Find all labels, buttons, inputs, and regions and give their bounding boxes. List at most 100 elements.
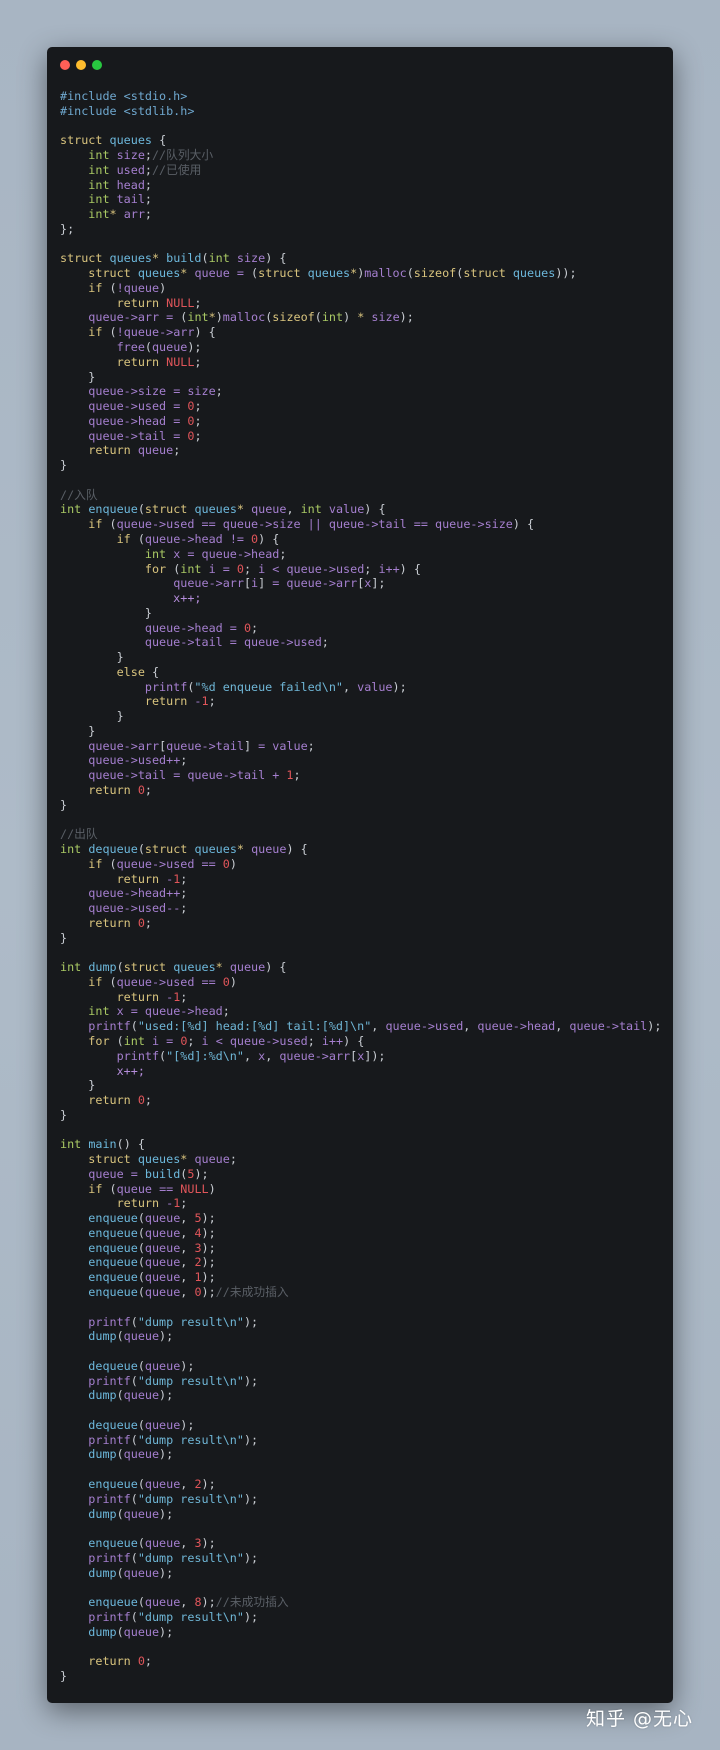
- code-line: enqueue(queue, 2);: [88, 1476, 216, 1491]
- code-line: if (queue->used == 0): [88, 974, 237, 989]
- code-line: free(queue);: [116, 340, 202, 355]
- code-line: return 0;: [88, 915, 152, 930]
- code-line: queue->used = 0;: [88, 399, 202, 414]
- code-line: dump(queue);: [88, 1447, 174, 1462]
- code-line: int size;//队列大小: [88, 148, 214, 163]
- code-line: queue->head = 0;: [88, 413, 202, 428]
- code-line: }: [60, 458, 68, 473]
- code-line: printf("dump result\n");: [88, 1373, 259, 1388]
- code-line: struct queues* queue;: [88, 1152, 237, 1167]
- code-line: }: [116, 709, 124, 724]
- code-line: printf("dump result\n");: [88, 1314, 259, 1329]
- code-line: int tail;: [88, 192, 152, 207]
- code-line: printf("used:[%d] head:[%d] tail:[%d]\n"…: [88, 1019, 662, 1034]
- code-line: return NULL;: [116, 295, 202, 310]
- code-line: #include <stdlib.h>: [60, 103, 195, 118]
- code-line: return NULL;: [116, 354, 202, 369]
- code-line: else {: [116, 664, 160, 679]
- watermark: 知乎 @无心: [586, 1708, 694, 1730]
- code-line: struct queues* build(int size) {: [60, 251, 287, 266]
- code-line: enqueue(queue, 4);: [88, 1225, 216, 1240]
- code-line: if (!queue): [88, 280, 167, 295]
- code-line: enqueue(queue, 8);//未成功插入: [88, 1595, 289, 1610]
- code-line: return queue;: [88, 443, 181, 458]
- code-line: int main() {: [60, 1137, 145, 1152]
- code-line: queue->tail = 0;: [88, 428, 202, 443]
- close-dot-icon[interactable]: [60, 60, 70, 70]
- code-line: for (int i = 0; i < queue->used; i++) {: [144, 561, 421, 576]
- code-line: dump(queue);: [88, 1388, 174, 1403]
- code-line: }: [60, 797, 68, 812]
- code-line: return 0;: [88, 782, 152, 797]
- code-line: return 0;: [88, 1654, 152, 1669]
- code-line: queue->used++;: [88, 753, 188, 768]
- code-line: int head;: [88, 177, 152, 192]
- code-line: queue->used--;: [88, 901, 188, 916]
- code-line: }: [60, 1107, 68, 1122]
- code-line: }: [60, 930, 68, 945]
- code-line: }: [88, 723, 96, 738]
- code-line: int dequeue(struct queues* queue) {: [60, 842, 308, 857]
- window-controls: [60, 60, 102, 70]
- code-line: int dump(struct queues* queue) {: [60, 960, 287, 975]
- code-line: enqueue(queue, 3);: [88, 1536, 216, 1551]
- code-line: enqueue(queue, 0);//未成功插入: [88, 1285, 289, 1300]
- code-line: //出队: [60, 827, 98, 842]
- code-line: queue = build(5);: [88, 1166, 209, 1181]
- minimize-dot-icon[interactable]: [76, 60, 86, 70]
- code-line: if (queue->used == 0): [88, 856, 237, 871]
- code-line: }: [88, 369, 96, 384]
- code-line: printf("dump result\n");: [88, 1550, 259, 1565]
- code-line: dequeue(queue);: [88, 1417, 195, 1432]
- code-line: dequeue(queue);: [88, 1358, 195, 1373]
- code-line: if (!queue->arr) {: [88, 325, 216, 340]
- code-line: #include <stdio.h>: [60, 89, 188, 103]
- code-line: int x = queue->head;: [144, 546, 287, 561]
- code-line: struct queues* queue = (struct queues*)m…: [88, 266, 577, 281]
- code-line: return -1;: [116, 1196, 188, 1211]
- code-line: queue->head++;: [88, 886, 188, 901]
- code-line: return 0;: [88, 1093, 152, 1108]
- code-line: return -1;: [144, 694, 216, 709]
- code-line: int* arr;: [88, 207, 152, 222]
- code-line: dump(queue);: [88, 1506, 174, 1521]
- code-line: queue->size = size;: [88, 384, 223, 399]
- code-line: printf("dump result\n");: [88, 1491, 259, 1506]
- zoom-dot-icon[interactable]: [92, 60, 102, 70]
- code-line: enqueue(queue, 1);: [88, 1270, 216, 1285]
- code-line: queue->tail = queue->tail + 1;: [88, 768, 301, 783]
- code-line: printf("dump result\n");: [88, 1432, 259, 1447]
- code-line: queue->tail = queue->used;: [144, 635, 329, 650]
- code-line: }: [88, 1078, 96, 1093]
- code-line: queue->head = 0;: [144, 620, 259, 635]
- code-line: queue->arr = (int*)malloc(sizeof(int) * …: [88, 310, 414, 325]
- code-line: for (int i = 0; i < queue->used; i++) {: [88, 1034, 365, 1048]
- code-line: if (queue->head != 0) {: [116, 531, 280, 546]
- code-line: queue->arr[queue->tail] = value;: [88, 738, 315, 753]
- code-line: int x = queue->head;: [88, 1004, 230, 1019]
- code-line: if (queue == NULL): [88, 1181, 216, 1196]
- code-line: dump(queue);: [88, 1329, 174, 1344]
- code-line: enqueue(queue, 3);: [88, 1240, 216, 1255]
- code-line: enqueue(queue, 5);: [88, 1211, 216, 1226]
- code-line: };: [60, 221, 75, 236]
- code-line: printf("%d enqueue failed\n", value);: [144, 679, 407, 694]
- code-line: }: [60, 1668, 68, 1683]
- code-line: x++;: [60, 591, 202, 606]
- code-line: queue->arr[i] = queue->arr[x];: [173, 576, 386, 591]
- code-line: int enqueue(struct queues* queue, int va…: [60, 502, 386, 517]
- code-line: dump(queue);: [88, 1624, 174, 1639]
- code-line: printf("dump result\n");: [88, 1609, 259, 1624]
- code-line: printf("[%d]:%d\n", x, queue->arr[x]);: [116, 1048, 386, 1063]
